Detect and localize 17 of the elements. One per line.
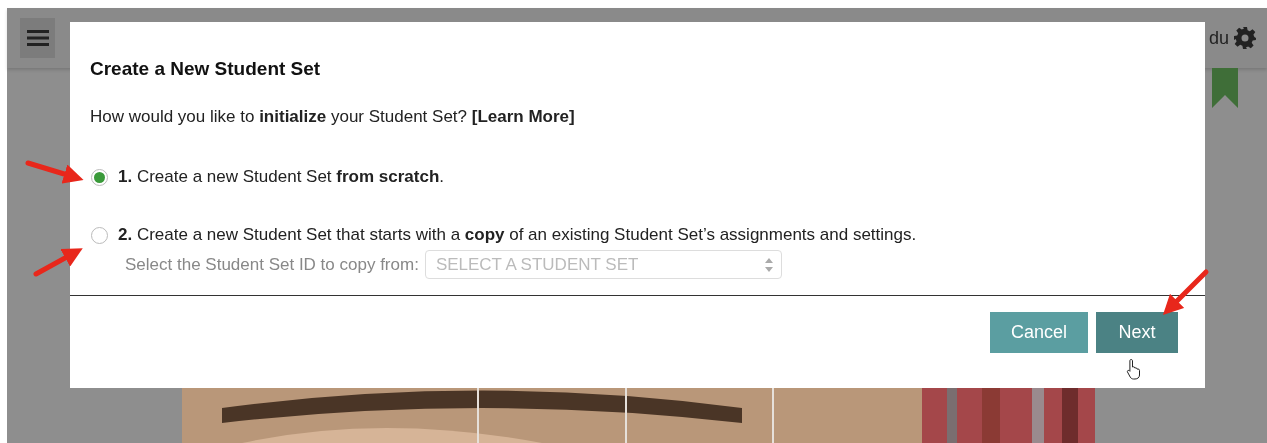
user-name: du (1208, 27, 1229, 49)
cancel-button[interactable]: Cancel (990, 312, 1088, 353)
settings-icon[interactable] (1233, 26, 1257, 50)
menu-button[interactable] (20, 18, 55, 58)
hand-cursor-icon (1126, 358, 1142, 380)
menu-icon (26, 29, 49, 47)
option-label: 1. Create a new Student Set from scratch. (118, 167, 445, 187)
radio-button[interactable] (91, 226, 108, 244)
radio-button[interactable] (91, 168, 108, 186)
next-button[interactable]: Next (1096, 312, 1178, 353)
prompt-text: How would you like to initialize your Student Set? [Learn More] (90, 107, 576, 127)
bookmark-icon (1212, 68, 1238, 108)
option-label: 2. Create a new Student Set that starts with a copy of an existing Student Set’s assignments and settings. (118, 225, 917, 245)
dialog-title: Create a New Student Set (90, 58, 322, 80)
updown-icon (764, 257, 773, 272)
select-label: Select the Student Set ID to copy from: (125, 254, 419, 275)
learn-more-link[interactable]: [Learn More] (471, 107, 575, 126)
